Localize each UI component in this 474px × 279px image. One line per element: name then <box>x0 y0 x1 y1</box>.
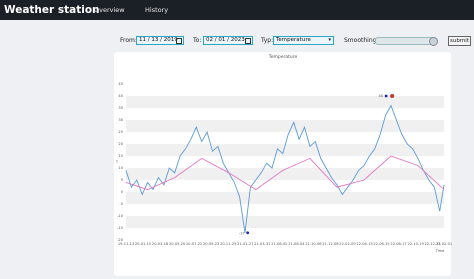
x-tick-label: 21-06-02 <box>271 242 287 246</box>
x-tick-label: 23-02-01 <box>436 242 452 246</box>
y-tick-label: 5 <box>121 178 123 182</box>
y-tick-label: 40 <box>118 94 123 98</box>
x-tick-label: 22-02-09 <box>339 242 356 246</box>
x-axis-label: Time <box>435 249 446 253</box>
y-tick-label: -10 <box>117 214 124 218</box>
chart-title: Temperature <box>268 54 298 60</box>
y-tick-label: -15 <box>117 226 123 230</box>
extreme-marker[interactable] <box>384 94 388 98</box>
x-tick-label: 21-08-04 <box>288 242 305 246</box>
x-tick-label: 21-03-31 <box>254 242 270 246</box>
x-tick-label: 20-09-23 <box>203 242 219 246</box>
x-tick-label: 20-05-20 <box>169 242 186 246</box>
y-tick-label: 20 <box>118 142 123 146</box>
x-tick-label: 22-04-13 <box>356 242 372 246</box>
y-tick-label: 30 <box>118 118 123 122</box>
grid-band <box>126 216 444 228</box>
x-tick-label: 20-07-22 <box>186 242 202 246</box>
x-tick-label: 21-01-27 <box>237 242 253 246</box>
x-tick-label: 20-11-25 <box>220 242 236 246</box>
grid-band <box>126 96 444 108</box>
y-tick-label: 0 <box>121 190 124 194</box>
x-tick-label: 21-10-06 <box>305 242 322 246</box>
map-pin-icon <box>390 94 395 98</box>
x-tick-label: 22-06-15 <box>373 242 389 246</box>
y-tick-label: -5 <box>119 202 123 206</box>
x-tick-label: 20-01-15 <box>135 242 151 246</box>
extreme-marker[interactable] <box>246 231 250 235</box>
y-tick-label: 25 <box>118 130 123 134</box>
x-tick-label: 20-03-18 <box>152 242 169 246</box>
x-tick-label: 21-12-08 <box>322 242 339 246</box>
x-tick-label: 19-11-13 <box>118 242 134 246</box>
temperature-chart: -20-15-10-5051015202530354045 19-11-13 20… <box>115 54 452 253</box>
y-tick-label: 10 <box>118 166 123 170</box>
y-tick-label: 35 <box>118 106 123 110</box>
y-tick-label: 45 <box>118 82 123 86</box>
extreme-label: 40 <box>379 94 384 98</box>
y-axis-label: T <box>115 160 119 164</box>
extreme-label: -17 <box>239 231 245 235</box>
grid-band <box>126 192 444 204</box>
x-tick-label: 22-10-19 <box>407 242 424 246</box>
grid-band <box>126 120 444 132</box>
x-tick-label: 22-08-17 <box>390 242 406 246</box>
y-tick-label: 15 <box>118 154 123 158</box>
